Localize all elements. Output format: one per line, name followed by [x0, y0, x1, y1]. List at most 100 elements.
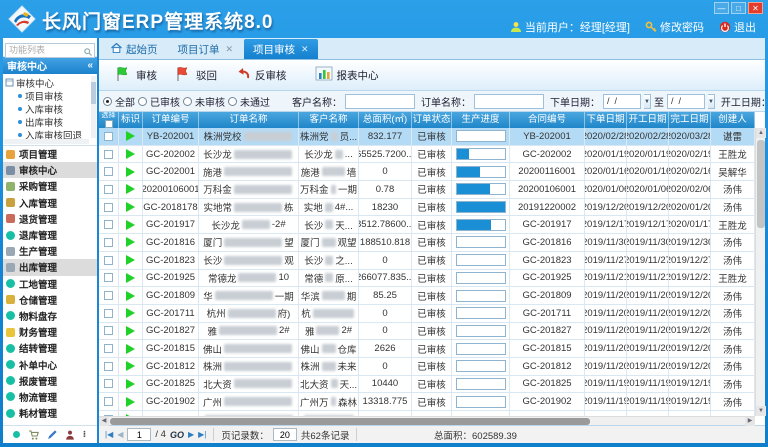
- row-checkbox[interactable]: [104, 379, 113, 388]
- table-row[interactable]: GC-202001施港施港墙0已审核202001160012020/01/162…: [99, 163, 755, 181]
- table-row[interactable]: GC-201917长沙龙-2#长沙天...8512.78600...已审核GC-…: [99, 216, 755, 234]
- order-date-from-input[interactable]: [603, 94, 641, 109]
- table-row[interactable]: GC-201925常德龙10常德原...266077.835...已审核GC-2…: [99, 270, 755, 288]
- function-search-input[interactable]: [5, 43, 95, 58]
- go-button[interactable]: GO: [170, 430, 184, 440]
- row-checkbox[interactable]: [104, 238, 113, 247]
- table-row[interactable]: GC-201809华一期华滨期85.25已审核GC-2018092019/11/…: [99, 287, 755, 305]
- radio-failed[interactable]: 未通过: [228, 94, 270, 109]
- tree-root-node[interactable]: 审核中心: [5, 76, 89, 89]
- horizontal-scroll-thumb[interactable]: [110, 418, 590, 425]
- report-center-button[interactable]: 报表中心: [309, 64, 385, 86]
- order-date-to-input[interactable]: [667, 94, 705, 109]
- sidebar-module[interactable]: 报废管理: [3, 373, 97, 389]
- customer-name-input[interactable]: [345, 94, 415, 109]
- table-row[interactable]: GC-201815佛山佛山仓库2626已审核GC-2018152019/11/2…: [99, 340, 755, 358]
- sidebar-module[interactable]: 项目管理: [3, 146, 97, 162]
- pen-icon[interactable]: [47, 430, 57, 440]
- sidebar-module[interactable]: 物流管理: [3, 389, 97, 405]
- sidebar-module[interactable]: 耗材管理: [3, 405, 97, 421]
- scroll-up-icon[interactable]: ▲: [756, 128, 766, 138]
- dot-icon[interactable]: [13, 431, 20, 438]
- table-row[interactable]: GC-2018178实地常栋实地4#...18230已审核20191220002…: [99, 199, 755, 217]
- next-page-button[interactable]: ▶: [188, 430, 194, 439]
- table-row[interactable]: GC-201823长沙观长沙之...0已审核GC-2018232019/11/2…: [99, 252, 755, 270]
- sidebar-module[interactable]: 审核中心: [3, 162, 97, 178]
- order-name-input[interactable]: [474, 94, 544, 109]
- sidebar-module[interactable]: 补单中心: [3, 356, 97, 372]
- row-checkbox[interactable]: [104, 344, 113, 353]
- table-row[interactable]: YB-202001株洲党校株洲党员...832.177已审核YB-2020012…: [99, 128, 755, 146]
- tree-item[interactable]: 项目审核: [5, 89, 89, 102]
- collapse-icon[interactable]: «: [87, 60, 93, 71]
- row-checkbox[interactable]: [104, 167, 113, 176]
- reject-button[interactable]: 驳回: [169, 64, 223, 87]
- radio-audited[interactable]: 已审核: [138, 94, 180, 109]
- table-row[interactable]: GC-201816厦门望厦门观望188510.818已审核GC-20181620…: [99, 234, 755, 252]
- radio-unaudited[interactable]: 未审核: [183, 94, 225, 109]
- column-header[interactable]: 标识: [119, 112, 143, 128]
- row-checkbox[interactable]: [104, 132, 113, 141]
- column-header[interactable]: 开工日期: [627, 112, 669, 128]
- row-checkbox[interactable]: [104, 185, 113, 194]
- sidebar-module[interactable]: 物料盘存: [3, 308, 97, 324]
- sidebar-module[interactable]: 退货管理: [3, 211, 97, 227]
- change-password-button[interactable]: 修改密码: [645, 19, 704, 35]
- sidebar-module[interactable]: 生产管理: [3, 243, 97, 259]
- table-row[interactable]: GC-201711杭州府)杭0已审核GC-2017112019/11/20201…: [99, 305, 755, 323]
- radio-icon[interactable]: [103, 97, 112, 106]
- table-row[interactable]: GC-201827雅2#雅2#0已审核GC-2018272019/11/2020…: [99, 323, 755, 341]
- row-checkbox[interactable]: [104, 256, 113, 265]
- page-number-input[interactable]: [127, 428, 151, 441]
- tree-item[interactable]: 入库审核: [5, 102, 89, 115]
- column-header[interactable]: 创建人: [711, 112, 755, 128]
- row-checkbox[interactable]: [104, 326, 113, 335]
- minimize-button[interactable]: —: [714, 2, 729, 14]
- tab-project-audit[interactable]: 项目审核✕: [244, 39, 318, 59]
- row-checkbox[interactable]: [104, 397, 113, 406]
- sidebar-module[interactable]: 采购管理: [3, 178, 97, 194]
- calendar-dropdown-icon[interactable]: ▼: [708, 94, 715, 109]
- row-checkbox[interactable]: [104, 203, 113, 212]
- row-checkbox[interactable]: [104, 150, 113, 159]
- unaudit-button[interactable]: 反审核: [229, 65, 293, 86]
- tree-horizontal-scrollbar[interactable]: [4, 139, 89, 144]
- prev-page-button[interactable]: ◀: [117, 430, 123, 439]
- column-header[interactable]: 完工日期: [669, 112, 711, 128]
- scroll-right-icon[interactable]: ▶: [745, 417, 755, 426]
- row-checkbox[interactable]: [104, 220, 113, 229]
- column-header[interactable]: 总面积(㎡): [359, 112, 412, 128]
- table-row[interactable]: 20200106001万科金万科金一期0.78已审核20200106001202…: [99, 181, 755, 199]
- calendar-dropdown-icon[interactable]: ▼: [644, 94, 651, 109]
- close-button[interactable]: ✕: [748, 2, 763, 14]
- row-checkbox[interactable]: [104, 309, 113, 318]
- row-checkbox[interactable]: [104, 273, 113, 282]
- sidebar-module[interactable]: 出库管理: [3, 259, 97, 275]
- column-header[interactable]: 选择: [99, 112, 119, 128]
- column-header[interactable]: 订单名称: [199, 112, 299, 128]
- tab-close-icon[interactable]: ✕: [226, 44, 234, 55]
- radio-all[interactable]: 全部: [103, 94, 135, 109]
- radio-icon[interactable]: [228, 97, 237, 106]
- horizontal-scrollbar[interactable]: ◀ ▶: [99, 416, 755, 425]
- sidebar-module[interactable]: 工地管理: [3, 276, 97, 292]
- tab-project-order[interactable]: 项目订单✕: [169, 39, 243, 59]
- audit-button[interactable]: 审核: [109, 64, 163, 87]
- column-header[interactable]: 合同编号: [510, 112, 585, 128]
- cart-icon[interactable]: [28, 430, 39, 440]
- vertical-scrollbar[interactable]: ▲ ▼: [755, 128, 765, 416]
- column-header[interactable]: 下单日期: [585, 112, 627, 128]
- sidebar-module[interactable]: 退库管理: [3, 227, 97, 243]
- first-page-button[interactable]: |◀: [105, 430, 113, 439]
- logout-button[interactable]: 退出: [719, 19, 756, 35]
- column-header[interactable]: 订单状态: [412, 112, 452, 128]
- maximize-button[interactable]: □: [731, 2, 746, 14]
- person-icon[interactable]: [65, 430, 75, 440]
- select-all-checkbox[interactable]: [105, 120, 113, 128]
- table-row[interactable]: GC-202002长沙龙长沙龙...65525.7200...已审核GC-202…: [99, 146, 755, 164]
- page-size-input[interactable]: [273, 428, 297, 441]
- row-checkbox[interactable]: [104, 291, 113, 300]
- radio-icon[interactable]: [183, 97, 192, 106]
- sidebar-module[interactable]: 仓储管理: [3, 292, 97, 308]
- tree-item[interactable]: 出库审核: [5, 115, 89, 128]
